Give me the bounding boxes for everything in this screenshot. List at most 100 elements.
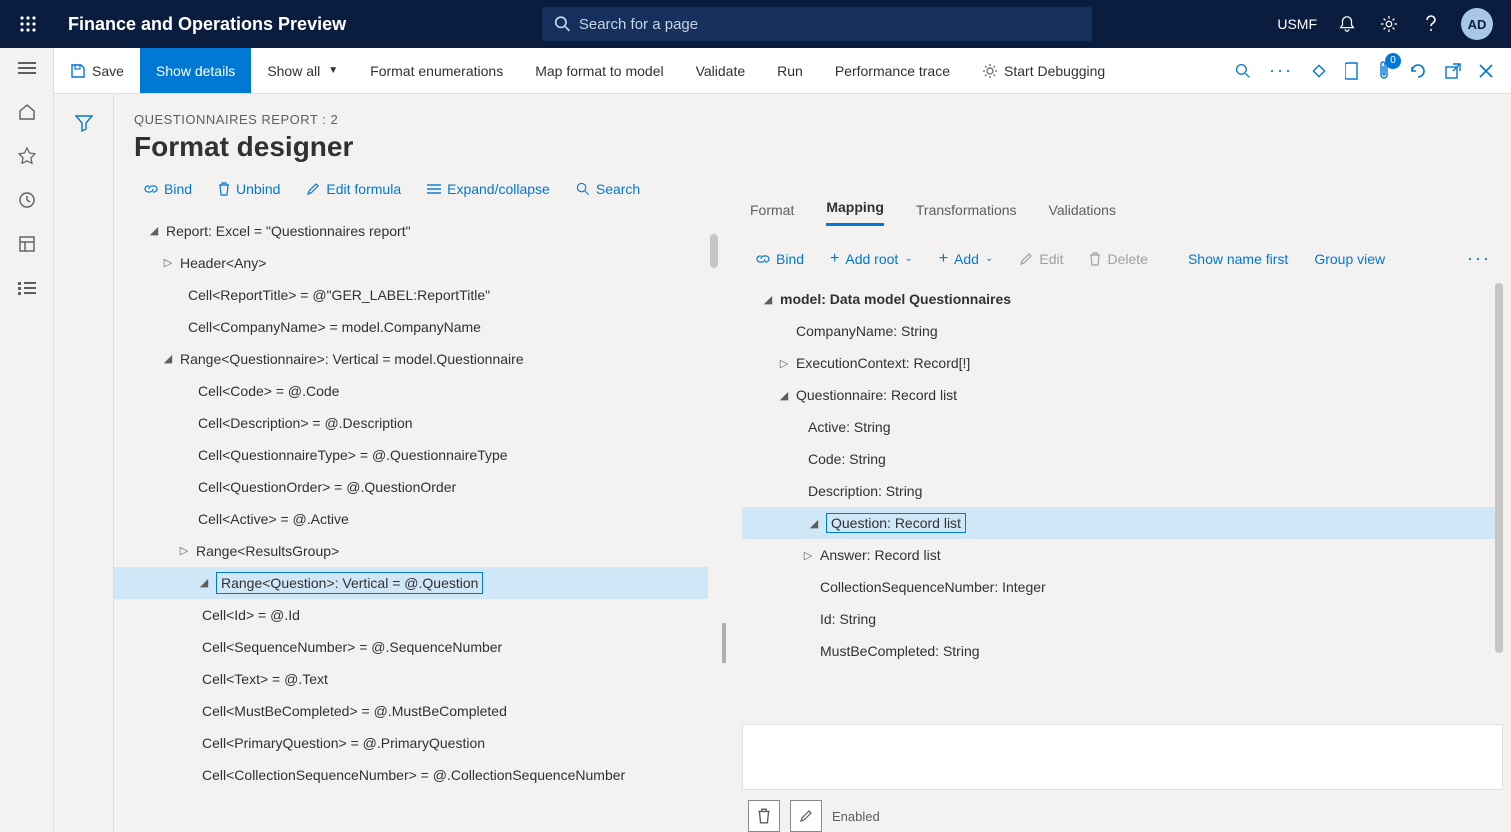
perf-trace-button[interactable]: Performance trace (819, 48, 966, 93)
tree-node[interactable]: Cell<QuestionnaireType> = @.Questionnair… (134, 439, 708, 471)
expand-collapse-button[interactable]: Expand/collapse (427, 181, 550, 197)
global-search-input[interactable] (579, 16, 1080, 33)
tree-search-button[interactable]: Search (576, 181, 640, 197)
recent-icon[interactable] (17, 190, 37, 210)
tree-node[interactable]: Cell<MustBeCompleted> = @.MustBeComplete… (134, 695, 708, 727)
trash-icon (218, 182, 230, 196)
chevron-down-icon: ▼ (328, 65, 338, 76)
map-bind-button[interactable]: Bind (756, 251, 804, 267)
left-scrollbar[interactable] (710, 234, 718, 268)
caret-right-icon[interactable]: ▷ (802, 549, 814, 562)
hamburger-icon[interactable] (17, 58, 37, 78)
tree-node[interactable]: Cell<Id> = @.Id (134, 599, 708, 631)
unbind-button[interactable]: Unbind (218, 181, 280, 197)
help-icon[interactable] (1419, 12, 1443, 36)
tree-node[interactable]: ◢Report: Excel = "Questionnaires report" (134, 215, 708, 247)
caret-right-icon[interactable]: ▷ (778, 357, 790, 370)
map-format-button[interactable]: Map format to model (519, 48, 679, 93)
map-node[interactable]: Id: String (742, 603, 1503, 635)
start-debug-button[interactable]: Start Debugging (966, 48, 1121, 93)
app-launcher[interactable] (8, 15, 48, 33)
tree-node[interactable]: Cell<PrimaryQuestion> = @.PrimaryQuestio… (134, 727, 708, 759)
tree-node[interactable]: ▷Header<Any> (134, 247, 708, 279)
caret-down-icon[interactable]: ◢ (808, 517, 820, 530)
tree-node[interactable]: Cell<CompanyName> = model.CompanyName (134, 311, 708, 343)
chevron-down-icon: ⌄ (904, 253, 912, 264)
tree-node[interactable]: ▷Range<ResultsGroup> (134, 535, 708, 567)
filter-icon[interactable] (75, 114, 93, 832)
caret-down-icon[interactable]: ◢ (778, 389, 790, 402)
map-node[interactable]: CompanyName: String (742, 315, 1503, 347)
tree-node[interactable]: Cell<ReportTitle> = @"GER_LABEL:ReportTi… (134, 279, 708, 311)
global-search[interactable] (542, 7, 1092, 41)
home-icon[interactable] (17, 102, 37, 122)
caret-right-icon[interactable]: ▷ (178, 544, 190, 558)
tab-transformations[interactable]: Transformations (916, 202, 1017, 226)
notifications-icon[interactable] (1335, 12, 1359, 36)
modules-icon[interactable] (17, 278, 37, 298)
caret-right-icon[interactable]: ▷ (162, 256, 174, 270)
workspace-icon[interactable] (17, 234, 37, 254)
company-label[interactable]: USMF (1277, 16, 1317, 32)
map-node[interactable]: ▷Answer: Record list (742, 539, 1503, 571)
diamond-icon[interactable] (1311, 63, 1327, 79)
refresh-icon[interactable] (1409, 62, 1427, 80)
validate-button[interactable]: Validate (680, 48, 762, 93)
edit-formula-button[interactable]: Edit formula (306, 181, 401, 197)
tree-node[interactable]: Cell<CollectionSequenceNumber> = @.Colle… (134, 759, 708, 791)
trash-icon (757, 808, 771, 824)
add-root-button[interactable]: +Add root⌄ (830, 250, 913, 268)
caret-down-icon[interactable]: ◢ (162, 352, 174, 366)
attach-icon[interactable]: 0 (1377, 61, 1391, 81)
tab-mapping[interactable]: Mapping (826, 199, 884, 226)
show-name-first-button[interactable]: Show name first (1188, 251, 1288, 267)
tree-node-selected[interactable]: ◢Range<Question>: Vertical = @.Question (114, 567, 708, 599)
map-node[interactable]: Active: String (742, 411, 1503, 443)
map-more-button[interactable]: ··· (1467, 248, 1491, 269)
edit-button[interactable]: Edit (1019, 251, 1063, 267)
mapping-tree: ◢model: Data model Questionnaires Compan… (742, 283, 1503, 667)
tree-node[interactable]: Cell<Active> = @.Active (134, 503, 708, 535)
settings-gear-icon[interactable] (1377, 12, 1401, 36)
add-button[interactable]: +Add⌄ (939, 250, 994, 268)
user-avatar[interactable]: AD (1461, 8, 1493, 40)
tree-node[interactable]: ◢Range<Questionnaire>: Vertical = model.… (134, 343, 708, 375)
tree-node[interactable]: Cell<Text> = @.Text (134, 663, 708, 695)
command-bar: Save Show details Show all▼ Format enume… (54, 48, 1511, 94)
close-icon[interactable] (1479, 64, 1493, 78)
caret-down-icon[interactable]: ◢ (762, 293, 774, 306)
map-node[interactable]: Description: String (742, 475, 1503, 507)
bind-button[interactable]: Bind (144, 181, 192, 197)
map-node[interactable]: ◢model: Data model Questionnaires (742, 283, 1503, 315)
map-node[interactable]: MustBeCompleted: String (742, 635, 1503, 667)
delete-button[interactable]: Delete (1089, 251, 1147, 267)
tree-node[interactable]: Cell<Description> = @.Description (134, 407, 708, 439)
star-icon[interactable] (17, 146, 37, 166)
caret-down-icon[interactable]: ◢ (198, 576, 210, 590)
map-node[interactable]: Code: String (742, 443, 1503, 475)
popout-icon[interactable] (1445, 63, 1461, 79)
tree-node[interactable]: Cell<SequenceNumber> = @.SequenceNumber (134, 631, 708, 663)
tree-node[interactable]: Cell<QuestionOrder> = @.QuestionOrder (134, 471, 708, 503)
format-enum-button[interactable]: Format enumerations (354, 48, 519, 93)
map-node-selected[interactable]: ◢Question: Record list (742, 507, 1503, 539)
more-icon[interactable]: ··· (1269, 60, 1293, 81)
splitter[interactable] (714, 94, 734, 832)
map-node[interactable]: CollectionSequenceNumber: Integer (742, 571, 1503, 603)
map-node[interactable]: ◢Questionnaire: Record list (742, 379, 1503, 411)
tree-node[interactable]: Cell<Code> = @.Code (134, 375, 708, 407)
cmd-search-icon[interactable] (1235, 63, 1251, 79)
run-button[interactable]: Run (761, 48, 819, 93)
save-button[interactable]: Save (54, 48, 140, 93)
right-scrollbar[interactable] (1495, 283, 1503, 653)
tab-validations[interactable]: Validations (1049, 202, 1116, 226)
show-details-button[interactable]: Show details (140, 48, 251, 93)
group-view-button[interactable]: Group view (1314, 251, 1385, 267)
tab-format[interactable]: Format (750, 202, 794, 226)
detail-edit-button[interactable] (790, 800, 822, 832)
show-all-button[interactable]: Show all▼ (251, 48, 354, 93)
detail-delete-button[interactable] (748, 800, 780, 832)
map-node[interactable]: ▷ExecutionContext: Record[!] (742, 347, 1503, 379)
caret-down-icon[interactable]: ◢ (148, 224, 160, 238)
book-icon[interactable] (1345, 62, 1359, 80)
